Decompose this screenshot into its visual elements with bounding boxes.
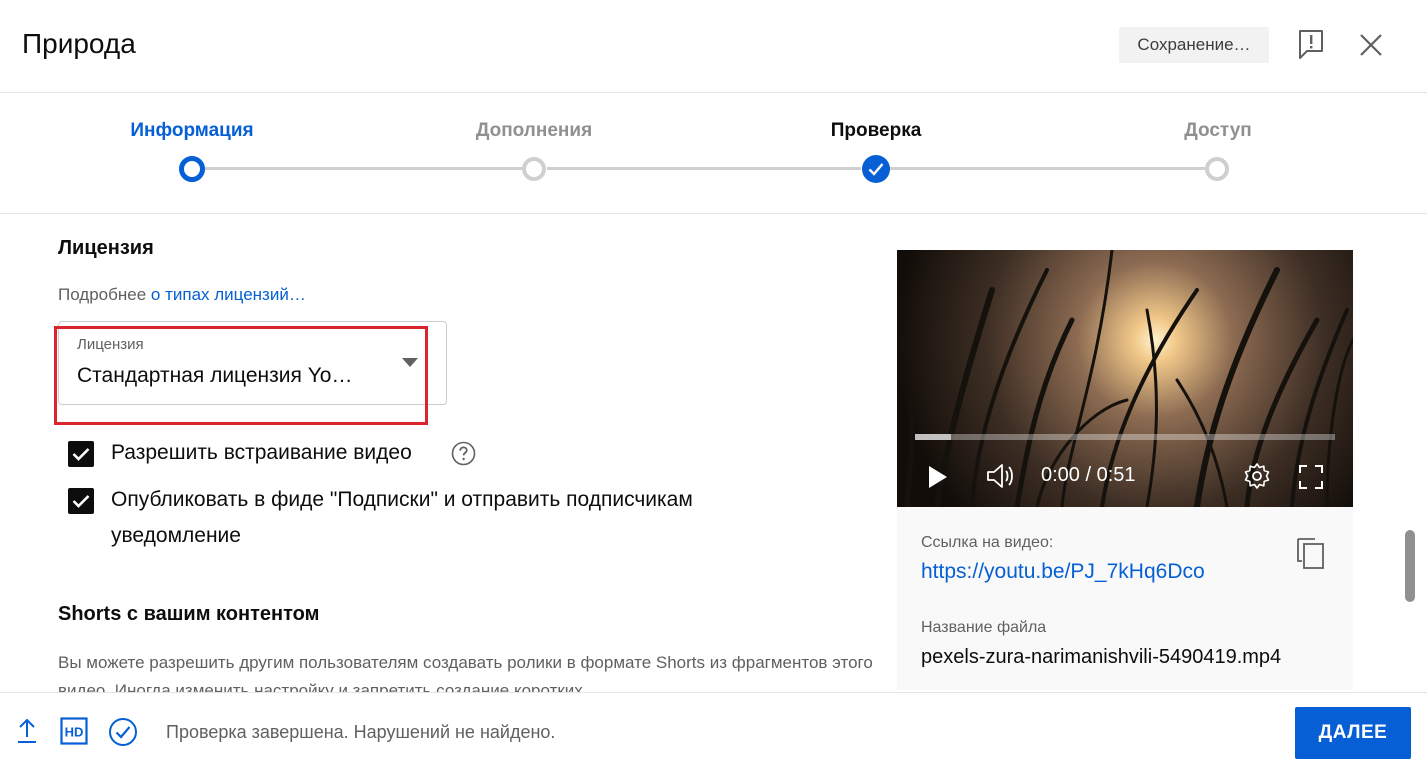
video-preview-panel: 0:00 / 0:51 Ссылка на видео: https://you…	[897, 250, 1353, 690]
license-select-label: Лицензия	[77, 336, 144, 353]
check-icon	[868, 163, 884, 176]
step-label-checks[interactable]: Проверка	[776, 120, 976, 142]
stepper-line	[547, 167, 861, 170]
close-icon	[1360, 34, 1382, 56]
dropdown-arrow-icon	[402, 358, 418, 367]
file-name-label: Название файла	[921, 619, 1047, 636]
play-icon[interactable]	[927, 464, 949, 490]
video-link-label: Ссылка на видео:	[921, 534, 1054, 551]
license-select-value: Стандартная лицензия Yo…	[77, 364, 353, 387]
next-button[interactable]: ДАЛЕЕ	[1295, 707, 1411, 759]
license-info-line: Подробнее о типах лицензий…	[58, 285, 306, 305]
dialog-footer: HD Проверка завершена. Нарушений не найд…	[0, 692, 1427, 768]
step-dot-done[interactable]	[862, 155, 890, 183]
video-player[interactable]: 0:00 / 0:51	[897, 250, 1353, 507]
license-info-prefix: Подробнее	[58, 285, 147, 304]
step-label-info[interactable]: Информация	[92, 120, 292, 142]
video-progress-buffer	[915, 434, 951, 440]
step-dot-inactive[interactable]	[1205, 157, 1229, 181]
file-name: pexels-zura-narimanishvili-5490419.mp4	[921, 646, 1282, 668]
stepper-line	[889, 167, 1205, 170]
check-icon	[72, 448, 90, 461]
step-label-visibility[interactable]: Доступ	[1118, 120, 1318, 142]
feedback-button[interactable]	[1292, 26, 1330, 64]
dialog-header: Природа Сохранение…	[0, 0, 1427, 93]
checks-status: Проверка завершена. Нарушений не найдено…	[166, 722, 556, 742]
video-link[interactable]: https://youtu.be/PJ_7kHq6Dco	[921, 560, 1205, 584]
video-progress-bar[interactable]	[915, 434, 1335, 440]
feedback-icon	[1299, 30, 1323, 59]
step-dot-inactive[interactable]	[522, 157, 546, 181]
upload-icon	[18, 718, 36, 743]
save-status-badge: Сохранение…	[1119, 27, 1269, 63]
shorts-heading: Shorts с вашим контентом	[58, 603, 320, 625]
publish-feed-checkbox[interactable]	[68, 488, 94, 514]
license-heading: Лицензия	[58, 237, 154, 259]
stepper-line	[205, 167, 523, 170]
video-time: 0:00 / 0:51	[1041, 464, 1136, 486]
step-label-extras[interactable]: Дополнения	[434, 120, 634, 142]
check-circle-icon	[109, 718, 137, 746]
copy-icon[interactable]	[1295, 535, 1327, 571]
publish-feed-label-line1: Опубликовать в фиде "Подписки" и отправи…	[111, 488, 693, 511]
svg-text:HD: HD	[65, 725, 84, 740]
volume-icon[interactable]	[985, 462, 1017, 490]
license-types-link[interactable]: о типах лицензий…	[151, 285, 306, 304]
check-icon	[72, 495, 90, 508]
hd-icon: HD	[60, 717, 88, 745]
embed-checkbox[interactable]	[68, 441, 94, 467]
page-title: Природа	[22, 28, 136, 59]
license-select[interactable]: Лицензия Стандартная лицензия Yo…	[58, 321, 447, 405]
fullscreen-icon[interactable]	[1298, 464, 1324, 490]
details-form: Лицензия Подробнее о типах лицензий… Лиц…	[0, 215, 880, 692]
settings-gear-icon[interactable]	[1243, 462, 1271, 490]
scrollbar-thumb[interactable]	[1405, 530, 1415, 602]
upload-stepper: Информация Дополнения Проверка Доступ	[0, 94, 1427, 214]
help-icon[interactable]	[451, 441, 476, 466]
embed-checkbox-label: Разрешить встраивание видео	[111, 441, 412, 464]
step-dot-current[interactable]	[179, 156, 205, 182]
publish-feed-label-line2: уведомление	[111, 524, 241, 547]
shorts-description: Вы можете разрешить другим пользователям…	[58, 653, 873, 692]
close-button[interactable]	[1352, 26, 1390, 64]
